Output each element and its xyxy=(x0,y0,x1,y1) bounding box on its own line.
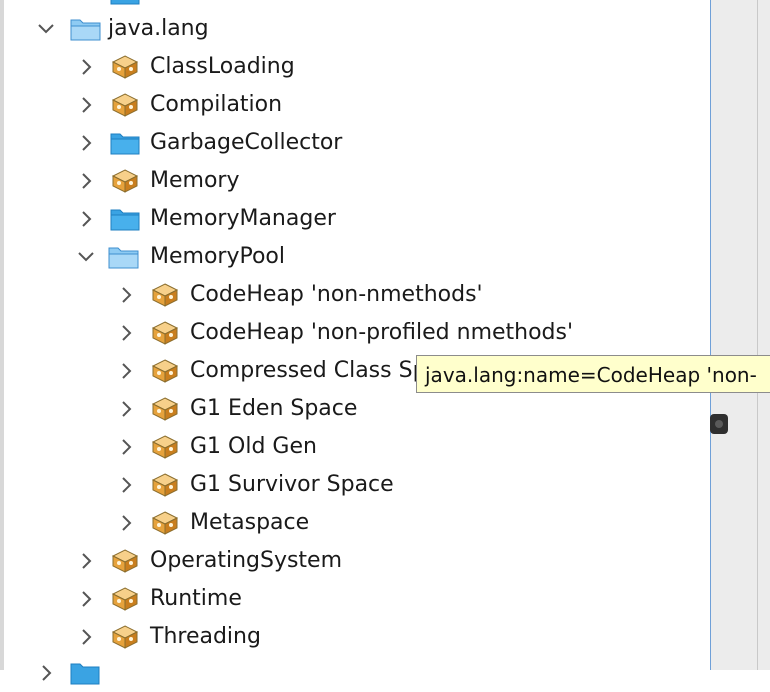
tree-node-label: java.lang xyxy=(108,16,209,41)
chevron-right-icon[interactable] xyxy=(116,360,136,382)
mbean-tree: java.lang ClassLoading Compilation Garba… xyxy=(0,0,710,685)
tree-node-label: G1 Old Gen xyxy=(190,434,317,459)
tree-node-label: CodeHeap 'non-nmethods' xyxy=(190,282,483,307)
tree-node-label: G1 Survivor Space xyxy=(190,472,394,497)
mbean-icon xyxy=(110,54,140,80)
mbean-icon xyxy=(150,320,180,346)
mbean-icon xyxy=(150,282,180,308)
tree-node-label: Compilation xyxy=(150,92,283,117)
tree-node-g1-eden-space[interactable]: G1 Eden Space xyxy=(0,390,710,428)
chevron-right-icon[interactable] xyxy=(76,550,96,572)
chevron-right-icon[interactable] xyxy=(116,398,136,420)
tree-node-operatingsystem[interactable]: OperatingSystem xyxy=(0,542,710,580)
chevron-right-icon[interactable] xyxy=(76,132,96,154)
tree-node-garbagecollector[interactable]: GarbageCollector xyxy=(0,124,710,162)
folder-icon xyxy=(110,206,140,232)
tree-node-runtime[interactable]: Runtime xyxy=(0,580,710,618)
mbean-icon xyxy=(150,396,180,422)
tree-node-label: Metaspace xyxy=(190,510,310,535)
tree-node-g1-old-gen[interactable]: G1 Old Gen xyxy=(0,428,710,466)
chevron-right-icon[interactable] xyxy=(76,208,96,230)
mbean-icon xyxy=(110,586,140,612)
tree-node-memory[interactable]: Memory xyxy=(0,162,710,200)
mbean-icon xyxy=(110,624,140,650)
tree-node-label: Runtime xyxy=(150,586,242,611)
folder-icon xyxy=(110,0,140,6)
tree-row-partial-bottom xyxy=(0,654,710,692)
tree-node-codeheap-non-profiled[interactable]: CodeHeap 'non-profiled nmethods' xyxy=(0,314,710,352)
mbean-icon xyxy=(150,472,180,498)
tree-node-compilation[interactable]: Compilation xyxy=(0,86,710,124)
tree-node-label: G1 Eden Space xyxy=(190,396,358,421)
tree-node-label: MemoryManager xyxy=(150,206,336,231)
tree-node-label: CodeHeap 'non-profiled nmethods' xyxy=(190,320,574,345)
tree-node-codeheap-non-nmethods[interactable]: CodeHeap 'non-nmethods' xyxy=(0,276,710,314)
mbean-icon xyxy=(150,434,180,460)
chevron-right-icon[interactable] xyxy=(116,512,136,534)
folder-icon xyxy=(70,660,100,686)
right-panel xyxy=(710,0,770,670)
mbean-icon xyxy=(110,92,140,118)
mbean-icon xyxy=(110,548,140,574)
chevron-right-icon[interactable] xyxy=(36,662,56,684)
tree-node-g1-survivor-space[interactable]: G1 Survivor Space xyxy=(0,466,710,504)
chevron-right-icon[interactable] xyxy=(76,56,96,78)
chevron-right-icon[interactable] xyxy=(116,474,136,496)
tooltip: java.lang:name=CodeHeap 'non- xyxy=(416,355,770,393)
tree-node-memorymanager[interactable]: MemoryManager xyxy=(0,200,710,238)
mbean-icon xyxy=(150,510,180,536)
scroll-knob[interactable] xyxy=(710,414,728,434)
tree-node-label: Threading xyxy=(150,624,261,649)
tree-node-label: OperatingSystem xyxy=(150,548,343,573)
tree-node-classloading[interactable]: ClassLoading xyxy=(0,48,710,86)
folder-icon xyxy=(110,130,140,156)
chevron-right-icon[interactable] xyxy=(116,322,136,344)
chevron-right-icon[interactable] xyxy=(76,626,96,648)
chevron-right-icon[interactable] xyxy=(76,94,96,116)
chevron-right-icon[interactable] xyxy=(116,284,136,306)
tree-node-label: MemoryPool xyxy=(150,244,285,269)
folder-open-icon xyxy=(108,244,139,270)
mbean-icon xyxy=(150,358,180,384)
tree-node-metaspace[interactable]: Metaspace xyxy=(0,504,710,542)
scroll-divider xyxy=(757,0,758,670)
chevron-down-icon[interactable] xyxy=(36,18,56,40)
tree-node-label: Memory xyxy=(150,168,240,193)
mbean-icon xyxy=(110,168,140,194)
folder-open-icon xyxy=(70,16,101,42)
tree-node-java-lang[interactable]: java.lang xyxy=(0,10,710,48)
chevron-right-icon[interactable] xyxy=(116,436,136,458)
tree-node-memorypool[interactable]: MemoryPool xyxy=(0,238,710,276)
chevron-down-icon[interactable] xyxy=(76,246,96,268)
tree-node-threading[interactable]: Threading xyxy=(0,618,710,656)
chevron-right-icon[interactable] xyxy=(76,170,96,192)
tree-node-label: ClassLoading xyxy=(150,54,295,79)
chevron-right-icon[interactable] xyxy=(76,588,96,610)
tree-node-label: GarbageCollector xyxy=(150,130,343,155)
